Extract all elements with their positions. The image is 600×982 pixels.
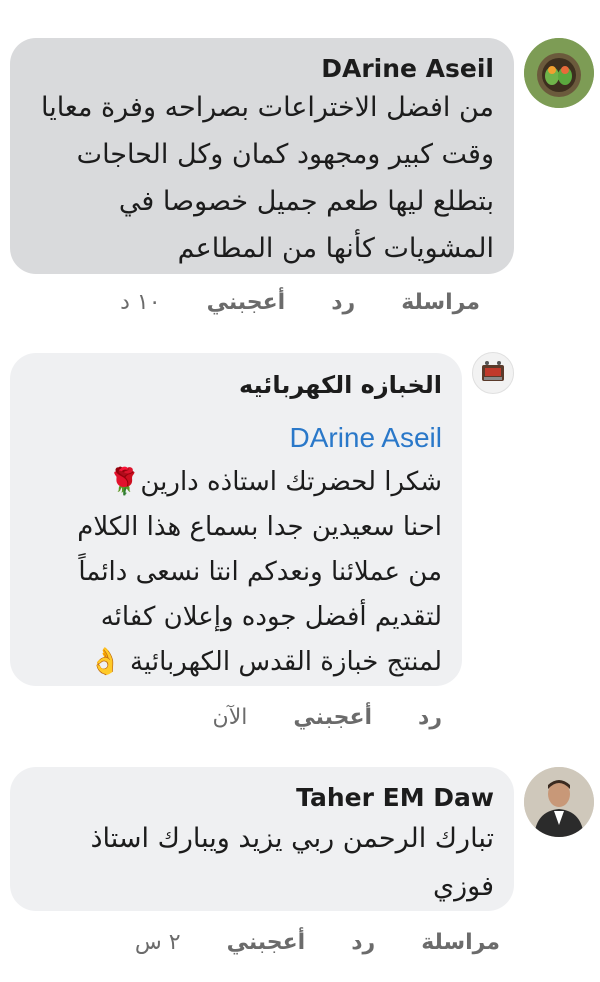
- comment-line: من عملائنا ونعدكم انتا نسعى دائماً: [78, 557, 442, 587]
- comment-line: احنا سعيدين جدا بسماع هذا الكلام: [77, 512, 442, 542]
- comment-line: المشويات كأنها من المطاعم: [177, 233, 494, 264]
- avatar-birds-icon: [524, 38, 594, 108]
- like-button[interactable]: أعجبني: [207, 290, 286, 315]
- comment-bubble-3: Taher EM Daw تبارك الرحمن ربي يزيد ويبار…: [10, 767, 514, 911]
- comment-line: لمنتج خبازة القدس الكهربائية 👌: [89, 647, 442, 677]
- avatar-darine[interactable]: [524, 38, 594, 108]
- comment-time[interactable]: ١٠ د: [120, 290, 160, 315]
- comment-line: تبارك الرحمن ربي يزيد ويبارك استاذ: [90, 823, 494, 854]
- comment-line: فوزي: [432, 871, 494, 902]
- comment-text: تبارك الرحمن ربي يزيد ويبارك استاذ فوزي: [91, 815, 494, 911]
- comment-actions: ٢ س أعجبني رد مراسلة: [135, 930, 500, 955]
- mention-link[interactable]: DArine Aseil: [77, 415, 442, 460]
- comment-time[interactable]: ٢ س: [135, 930, 181, 955]
- comment-line: شكرا لحضرتك استاذه دارين🌹: [108, 467, 442, 497]
- reply-button[interactable]: رد: [351, 930, 375, 955]
- oven-icon: [482, 361, 504, 381]
- like-button[interactable]: أعجبني: [227, 930, 306, 955]
- comment-author[interactable]: DArine Aseil: [321, 54, 494, 83]
- comment-bubble-2: الخبازه الكهربائيه DArine Aseil شكرا لحض…: [10, 353, 462, 686]
- comment-line: من افضل الاختراعات بصراحه وفرة معايا: [40, 92, 494, 123]
- message-button[interactable]: مراسلة: [401, 290, 480, 315]
- like-button[interactable]: أعجبني: [293, 705, 372, 730]
- comment-time[interactable]: الآن: [213, 705, 248, 730]
- person-avatar-icon: [524, 767, 594, 837]
- avatar-taher[interactable]: [524, 767, 594, 837]
- message-button[interactable]: مراسلة: [421, 930, 500, 955]
- reply-button[interactable]: رد: [418, 705, 442, 730]
- comment-bubble-1: DArine Aseil من افضل الاختراعات بصراحه و…: [10, 38, 514, 274]
- comment-author[interactable]: Taher EM Daw: [296, 783, 494, 812]
- comment-text: من افضل الاختراعات بصراحه وفرة معايا وقت…: [41, 84, 494, 272]
- comment-actions: ١٠ د أعجبني رد مراسلة: [120, 290, 480, 315]
- comment-line: بتطلع ليها طعم جميل خصوصا في: [118, 186, 494, 217]
- reply-button[interactable]: رد: [331, 290, 355, 315]
- comment-line: لتقديم أفضل جوده وإعلان كفائه: [100, 602, 442, 632]
- comment-actions: الآن أعجبني رد: [213, 705, 442, 730]
- comment-author[interactable]: الخبازه الكهربائيه: [239, 371, 442, 399]
- comment-line: وقت كبير ومجهود كمان وكل الحاجات: [76, 139, 494, 170]
- comment-text: DArine Aseil شكرا لحضرتك استاذه دارين🌹 ا…: [77, 415, 442, 685]
- avatar-page[interactable]: [472, 352, 514, 394]
